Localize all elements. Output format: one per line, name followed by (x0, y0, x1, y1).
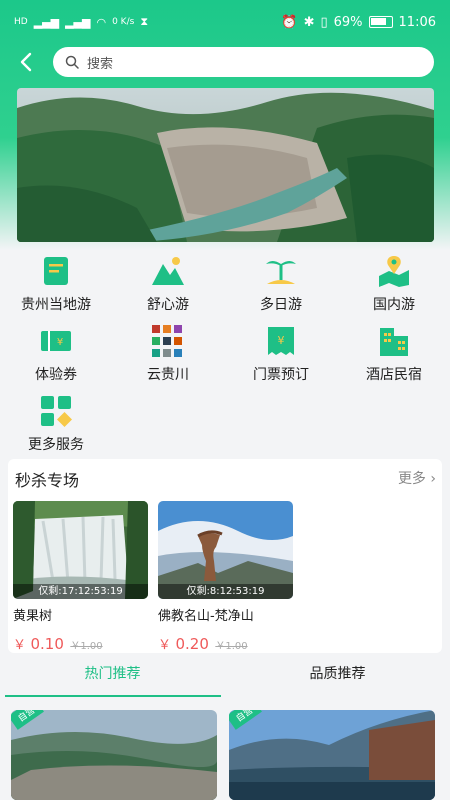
mountain-icon (152, 257, 184, 285)
service-yunguichuan[interactable]: 云贵川 (112, 324, 224, 386)
search-placeholder: 搜索 (87, 56, 114, 72)
price-original: ￥1.00 (70, 641, 103, 652)
banner-landscape (17, 88, 434, 242)
status-indicators: HD ▂▄▆ ▂▄▆ ◠ 0 K/s ⧗ (14, 15, 148, 29)
svg-text:¥: ¥ (278, 334, 285, 347)
palm-icon (266, 261, 296, 284)
service-multi-day[interactable]: 多日游 (225, 254, 337, 316)
deal-image: 仅剩:17:12:53:19 (13, 501, 148, 599)
service-label: 多日游 (260, 297, 302, 313)
deal-name: 黄果树 (13, 609, 53, 624)
battery-icon (368, 16, 393, 28)
recommend-tabs: 热门推荐 品质推荐 (0, 662, 450, 698)
flash-sale-section: 秒杀专场 更多 › 仅剩:17:12:53:19 黄果树 ￥ 0.10 ￥1.0… (8, 459, 442, 653)
service-more[interactable]: 更多服务 (0, 394, 112, 456)
service-label: 舒心游 (147, 297, 189, 313)
tab-underline (5, 695, 221, 697)
deal-name: 佛教名山-梵净山 (158, 609, 254, 624)
price-currency: ￥ (13, 638, 27, 653)
service-comfort-tour[interactable]: 舒心游 (112, 254, 224, 316)
tab-hot-recommend[interactable]: 热门推荐 (5, 662, 220, 696)
service-experience-coupon[interactable]: ¥ 体验券 (0, 324, 112, 386)
recommend-card[interactable]: 自营 (229, 710, 435, 800)
chevron-left-icon (20, 52, 32, 72)
deal-price: ￥ 0.10 ￥1.00 (13, 634, 148, 653)
flash-sale-title: 秒杀专场 (15, 471, 80, 490)
service-label: 云贵川 (147, 367, 189, 383)
recommend-card[interactable]: 自营 (11, 710, 217, 800)
status-bar: HD ▂▄▆ ▂▄▆ ◠ 0 K/s ⧗ ⏰ ✱ ▯ 69% 11:06 (0, 0, 450, 44)
service-local-tour[interactable]: 贵州当地游 (0, 254, 112, 316)
price-current: 0.10 (30, 635, 64, 653)
map-pin-icon (379, 256, 409, 287)
ticket-icon: ¥ (41, 331, 71, 351)
recommend-cards: 自营 自营 (0, 710, 450, 800)
price-currency: ￥ (158, 638, 172, 653)
service-label: 体验券 (35, 367, 77, 383)
search-input[interactable]: 搜索 (53, 47, 434, 77)
card-image (229, 710, 435, 800)
hotel-icon (380, 328, 408, 356)
service-label: 酒店民宿 (366, 367, 422, 383)
tab-quality-recommend[interactable]: 品质推荐 (230, 662, 445, 696)
hourglass-icon: ⧗ (140, 15, 149, 28)
banner-image[interactable] (17, 88, 434, 242)
service-label: 国内游 (373, 297, 415, 313)
alarm-icon: ⏰ (281, 14, 298, 30)
deal-card[interactable]: 仅剩:17:12:53:19 黄果树 ￥ 0.10 ￥1.00 (13, 501, 148, 653)
hd-indicator: HD (14, 17, 28, 27)
service-hotel[interactable]: 酒店民宿 (338, 324, 450, 386)
bluetooth-icon: ✱ (303, 14, 315, 30)
stickers-icon (152, 325, 182, 357)
card-image (11, 710, 217, 800)
service-domestic[interactable]: 国内游 (338, 254, 450, 316)
search-row: 搜索 (0, 46, 450, 78)
book-icon (44, 257, 68, 285)
service-label: 更多服务 (28, 437, 84, 453)
ticket-booking-icon: ¥ (268, 327, 294, 355)
price-original: ￥1.00 (215, 641, 248, 652)
back-button[interactable] (0, 46, 52, 78)
service-label: 门票预订 (253, 367, 309, 383)
price-current: 0.20 (175, 635, 209, 653)
clock: 11:06 (398, 14, 436, 30)
grid-icon (41, 396, 72, 427)
wifi-icon: ◠ (96, 15, 107, 29)
svg-text:¥: ¥ (57, 337, 63, 348)
network-speed: 0 K/s (112, 17, 135, 27)
more-label: 更多 (397, 471, 426, 487)
deal-timer: 仅剩:17:12:53:19 (13, 584, 148, 599)
signal-icon-2: ▂▄▆ (65, 15, 91, 29)
chevron-right-icon: › (430, 471, 436, 487)
service-label: 贵州当地游 (21, 297, 91, 313)
deal-timer: 仅剩:8:12:53:19 (158, 584, 293, 599)
vibrate-icon: ▯ (320, 14, 328, 30)
deal-image: 仅剩:8:12:53:19 (158, 501, 293, 599)
search-icon (65, 55, 79, 69)
service-ticket-booking[interactable]: ¥ 门票预订 (225, 324, 337, 386)
deal-price: ￥ 0.20 ￥1.00 (158, 634, 293, 653)
signal-icon: ▂▄▆ (33, 15, 60, 29)
battery-percent: 69% (333, 14, 363, 30)
deal-card[interactable]: 仅剩:8:12:53:19 佛教名山-梵净山 ￥ 0.20 ￥1.00 (158, 501, 293, 653)
flash-sale-more-link[interactable]: 更多 › (398, 468, 436, 488)
